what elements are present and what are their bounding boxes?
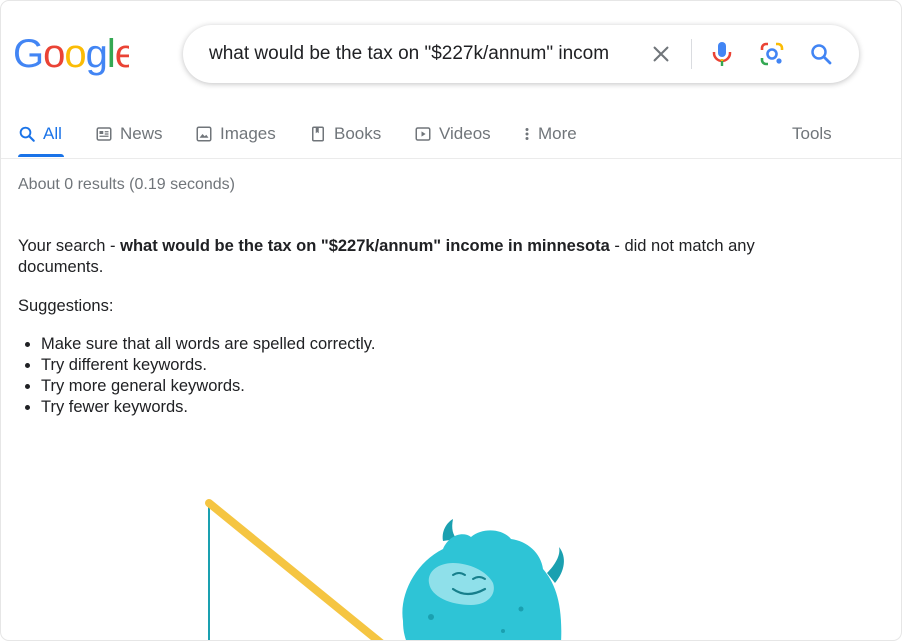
search-box xyxy=(183,25,859,83)
tab-label: All xyxy=(43,124,62,143)
tab-news[interactable]: News xyxy=(95,111,163,157)
no-results-message: Your search - what would be the tax on "… xyxy=(18,236,838,278)
tab-more[interactable]: More xyxy=(521,111,577,157)
message-prefix: Your search - xyxy=(18,237,121,255)
tab-label: News xyxy=(120,124,163,143)
tab-books[interactable]: Books xyxy=(309,111,381,157)
search-icon xyxy=(19,126,35,142)
suggestions-list: Make sure that all words are spelled cor… xyxy=(18,334,375,418)
book-icon xyxy=(312,126,324,142)
lens-icon xyxy=(760,42,784,66)
suggestion-item: Make sure that all words are spelled cor… xyxy=(41,334,375,355)
lens-search-button[interactable] xyxy=(756,38,788,70)
tab-images[interactable]: Images xyxy=(195,111,276,157)
mic-icon xyxy=(712,42,732,66)
tab-label: Books xyxy=(334,124,382,143)
close-icon xyxy=(653,46,669,62)
voice-search-button[interactable] xyxy=(706,38,738,70)
search-input[interactable] xyxy=(209,25,634,83)
fishing-rod xyxy=(205,499,384,640)
suggestion-item: Try fewer keywords. xyxy=(41,397,375,418)
browser-frame: Google xyxy=(0,0,902,641)
tab-videos[interactable]: Videos xyxy=(414,111,491,157)
google-logo[interactable]: Google xyxy=(13,34,129,76)
tab-label: Videos xyxy=(439,124,491,143)
tabs-divider xyxy=(1,158,901,159)
search-button[interactable] xyxy=(805,38,837,70)
image-icon xyxy=(196,126,212,142)
fishing-monster-illustration xyxy=(205,499,564,640)
suggestions-heading: Suggestions: xyxy=(18,297,114,315)
clear-button[interactable] xyxy=(645,38,677,70)
tools-button[interactable]: Tools xyxy=(792,111,832,157)
suggestion-item: Try more general keywords. xyxy=(41,376,375,397)
message-query: what would be the tax on "$227k/annum" i… xyxy=(120,237,610,255)
video-icon xyxy=(415,127,431,141)
search-icon xyxy=(811,44,832,65)
search-tabs: All News Images Books Videos More Tools xyxy=(1,111,901,159)
svg-text:Google: Google xyxy=(13,34,129,76)
tab-label: More xyxy=(538,124,577,143)
news-icon xyxy=(96,127,112,141)
suggestion-item: Try different keywords. xyxy=(41,355,375,376)
tab-label: Images xyxy=(220,124,276,143)
search-divider xyxy=(691,39,692,69)
active-tab-indicator xyxy=(18,154,64,157)
tab-all[interactable]: All xyxy=(18,111,62,157)
more-vert-icon xyxy=(525,128,529,140)
result-stats: About 0 results (0.19 seconds) xyxy=(18,176,236,193)
monster-icon xyxy=(402,519,564,640)
